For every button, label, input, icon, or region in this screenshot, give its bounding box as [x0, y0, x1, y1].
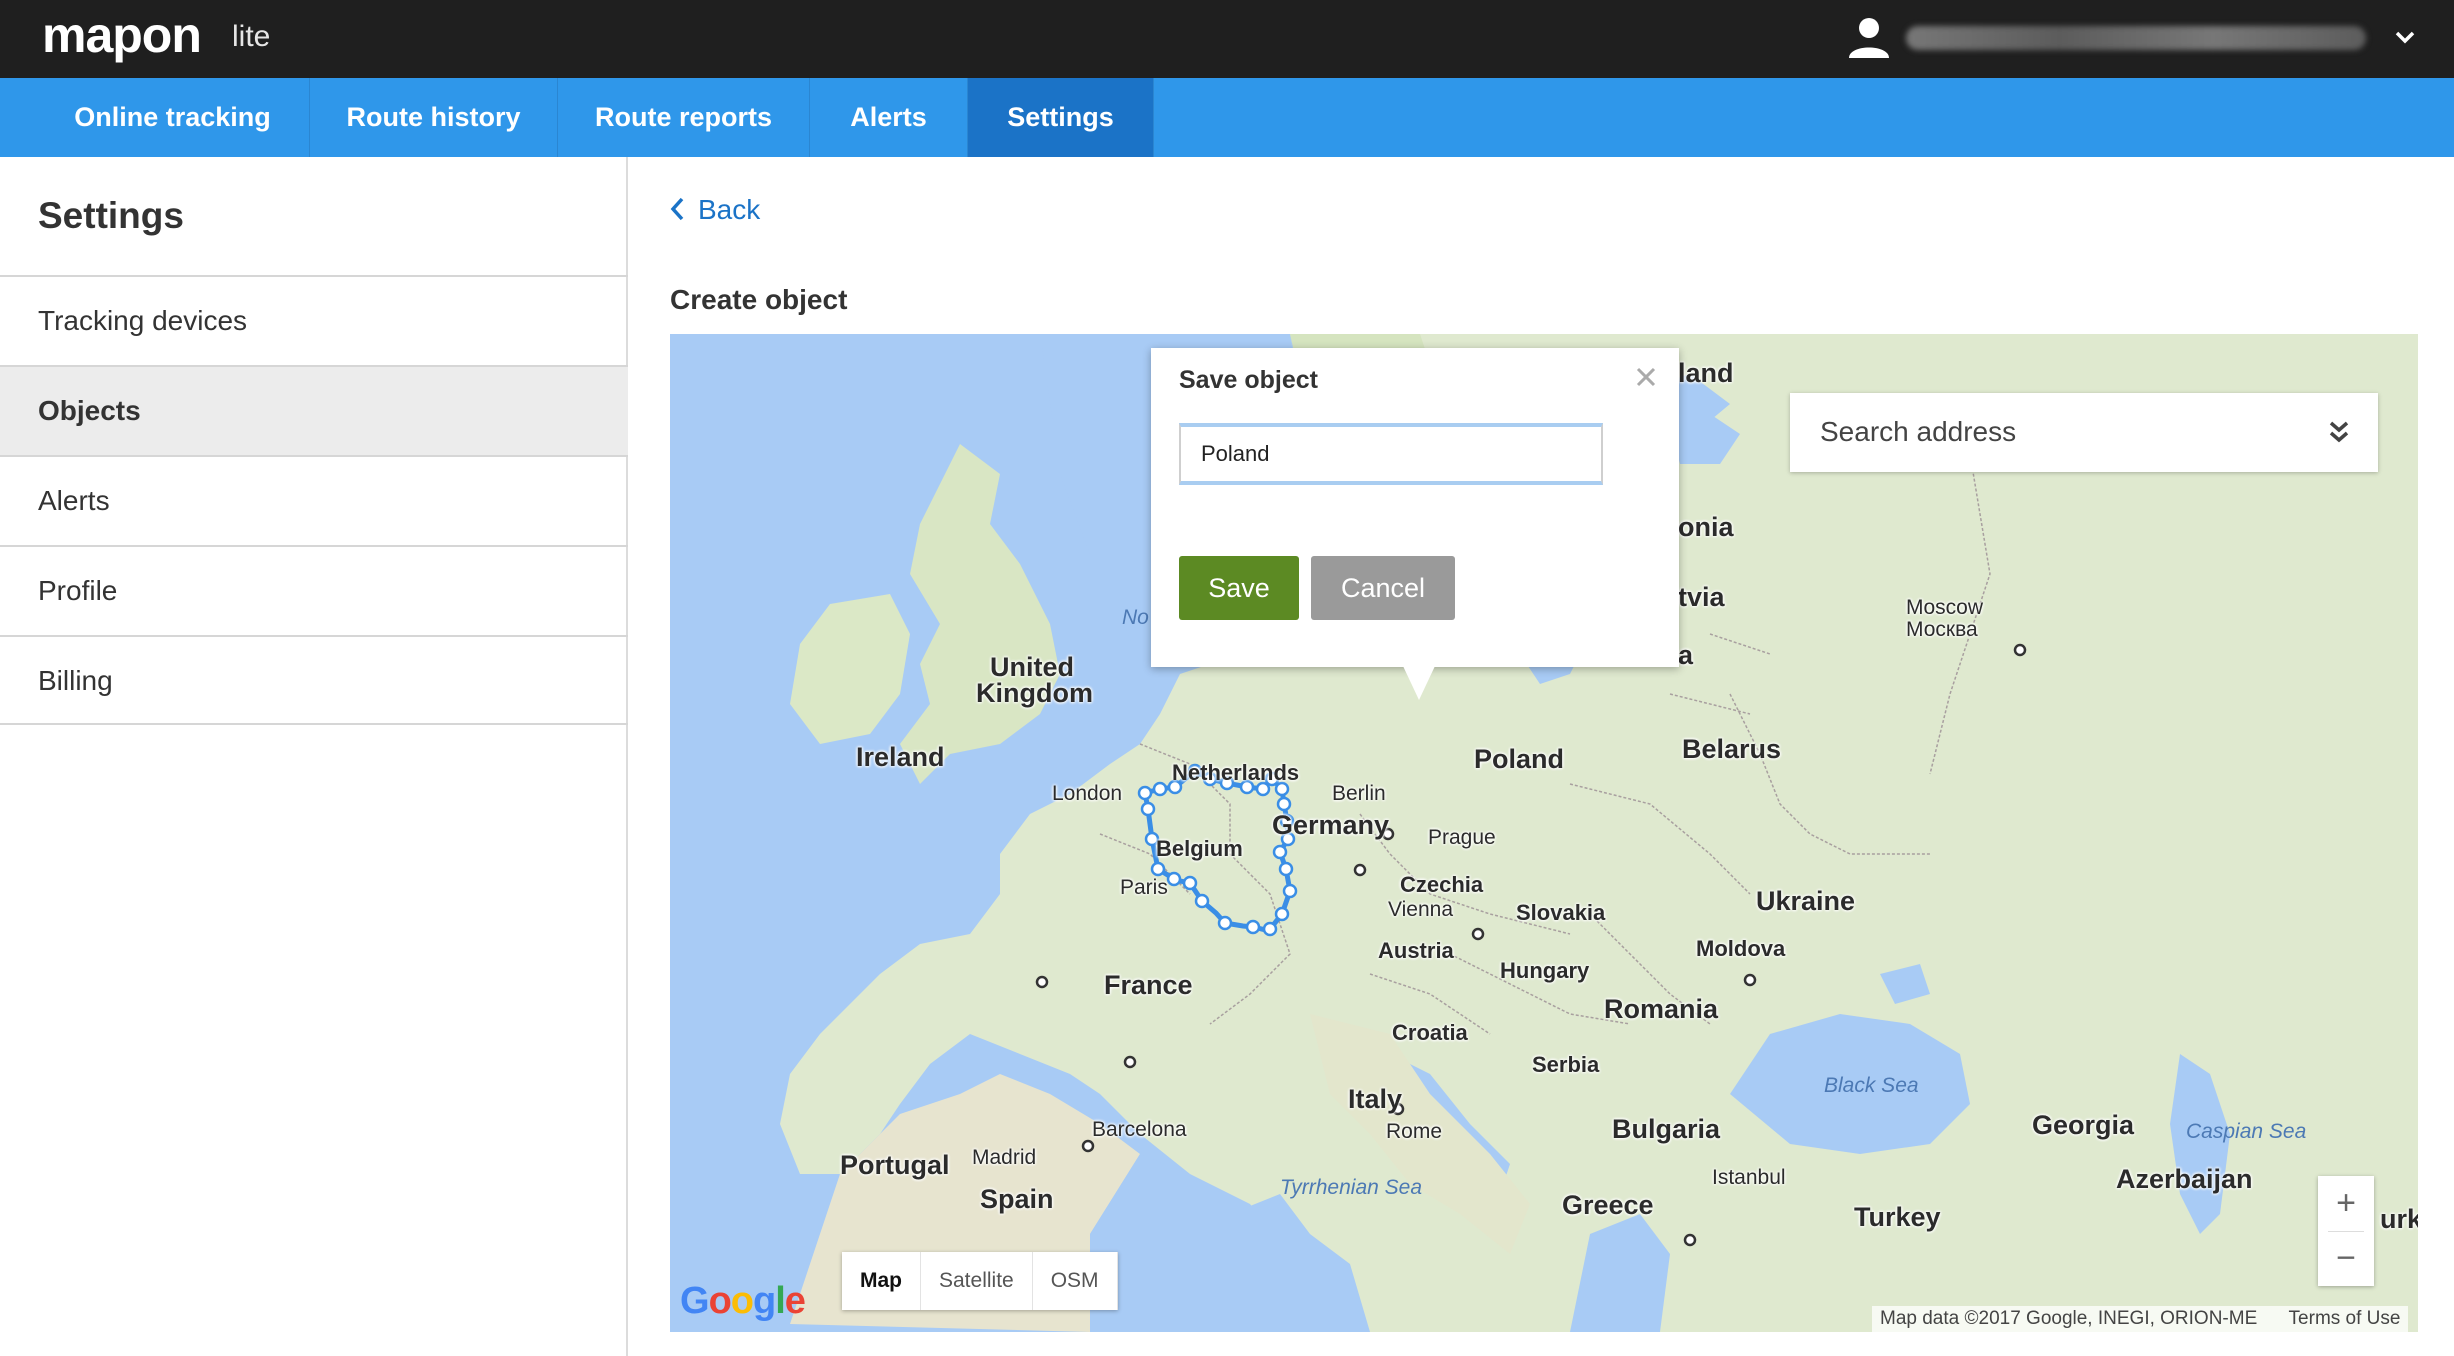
map-label-greece: Greece	[1562, 1190, 1654, 1220]
map-label-turkey: Turkey	[1854, 1202, 1941, 1232]
google-logo: Google	[680, 1280, 806, 1322]
map-type-osm[interactable]: OSM	[1033, 1252, 1118, 1310]
map-label-portugal: Portugal	[840, 1150, 950, 1180]
main-nav: Online tracking Route history Route repo…	[0, 78, 2454, 157]
map-attribution: Map data ©2017 Google, INEGI, ORION-ME T…	[1872, 1306, 2409, 1332]
back-label: Back	[698, 194, 761, 225]
map-label-tyrrhenian-sea: Tyrrhenian Sea	[1280, 1176, 1423, 1199]
map-label-romania: Romania	[1604, 994, 1719, 1024]
map-label-latvia: tvia	[1678, 582, 1725, 612]
map-label-moldova: Moldova	[1696, 936, 1786, 961]
map-type-satellite[interactable]: Satellite	[921, 1252, 1033, 1310]
map-label-belgium: Belgium	[1156, 836, 1243, 861]
tab-alerts[interactable]: Alerts	[810, 78, 968, 157]
map-label-moscow-ru: Москва	[1906, 618, 1978, 641]
map-label-vienna: Vienna	[1388, 898, 1454, 921]
page-title: Create object	[670, 284, 848, 315]
object-name-input[interactable]	[1179, 423, 1603, 485]
attribution-text: Map data ©2017 Google, INEGI, ORION-ME	[1880, 1308, 2258, 1329]
tab-route-history[interactable]: Route history	[310, 78, 558, 157]
map-label-serbia: Serbia	[1532, 1052, 1600, 1077]
map-label-czechia: Czechia	[1400, 872, 1484, 897]
zoom-out-button[interactable]: −	[2318, 1231, 2374, 1286]
double-chevron-down-icon[interactable]	[2328, 419, 2350, 445]
logo[interactable]: mapon	[42, 6, 202, 64]
map-label-north-sea: No	[1122, 606, 1149, 629]
save-button[interactable]: Save	[1179, 556, 1299, 620]
sidebar-item-objects[interactable]: Objects	[0, 365, 628, 455]
map-label-istanbul: Istanbul	[1712, 1166, 1786, 1189]
map-label-paris: Paris	[1120, 876, 1168, 899]
sidebar-item-profile[interactable]: Profile	[0, 545, 628, 635]
zoom-in-button[interactable]: +	[2318, 1176, 2374, 1231]
map-label-germany: Germany	[1272, 810, 1390, 840]
map-label-italy: Italy	[1348, 1084, 1403, 1114]
map-label-georgia: Georgia	[2032, 1110, 2135, 1140]
map-label-poland: Poland	[1474, 744, 1565, 774]
save-object-dialog: Save object Save Cancel	[1151, 348, 1679, 667]
address-search[interactable]: Search address	[1790, 393, 2378, 472]
sidebar-item-tracking-devices[interactable]: Tracking devices	[0, 275, 628, 365]
map-label-netherlands: Netherlands	[1172, 760, 1300, 785]
user-email[interactable]	[1906, 26, 2366, 50]
terms-link[interactable]: Terms of Use	[2289, 1308, 2401, 1329]
user-icon[interactable]	[1846, 14, 1892, 60]
map-label-caspian-sea: Caspian Sea	[2186, 1120, 2307, 1143]
sidebar-title: Settings	[38, 195, 184, 236]
map-label-uk-2: Kingdom	[976, 678, 1093, 708]
dialog-title: Save object	[1179, 366, 1318, 394]
sidebar-divider	[0, 723, 628, 725]
land-ireland	[790, 594, 910, 744]
map-type-switcher: Map Satellite OSM	[842, 1252, 1118, 1310]
zoom-divider	[2328, 1231, 2364, 1232]
logo-edition: lite	[232, 20, 271, 53]
settings-sidebar: Settings Tracking devices Objects Alerts…	[0, 157, 628, 1356]
sidebar-item-billing[interactable]: Billing	[0, 635, 628, 725]
map-label-austria: Austria	[1378, 938, 1454, 963]
back-link[interactable]: Back	[668, 194, 760, 226]
map-type-map[interactable]: Map	[842, 1252, 921, 1310]
map-label-prague: Prague	[1428, 826, 1496, 849]
map-label-berlin: Berlin	[1332, 782, 1386, 805]
land-britain	[900, 444, 1060, 784]
chevron-down-icon[interactable]	[2392, 24, 2418, 50]
top-bar: mapon lite	[0, 0, 2454, 78]
tab-settings[interactable]: Settings	[968, 78, 1154, 157]
map-label-lithuania: a	[1678, 640, 1694, 670]
map-label-barcelona: Barcelona	[1092, 1118, 1187, 1141]
map-label-black-sea: Black Sea	[1824, 1074, 1919, 1097]
map-label-france: France	[1104, 970, 1193, 1000]
map-label-madrid: Madrid	[972, 1146, 1037, 1169]
map-label-finland: land	[1678, 358, 1734, 388]
map-label-azerbaijan: Azerbaijan	[2116, 1164, 2253, 1194]
map-label-croatia: Croatia	[1392, 1020, 1468, 1045]
map-label-turkmenistan: urkn	[2380, 1204, 2418, 1234]
map-label-spain: Spain	[980, 1184, 1054, 1214]
chevron-left-icon	[670, 197, 684, 221]
zoom-control: + −	[2318, 1176, 2374, 1286]
map-label-rome: Rome	[1386, 1120, 1443, 1143]
map-label-estonia: onia	[1678, 512, 1734, 542]
dialog-pointer	[1403, 666, 1435, 700]
map-label-hungary: Hungary	[1500, 958, 1590, 983]
map-label-moscow: Moscow	[1906, 596, 1984, 619]
map-label-ireland: Ireland	[856, 742, 945, 772]
map-label-slovakia: Slovakia	[1516, 900, 1606, 925]
map-label-london: London	[1052, 782, 1123, 805]
tab-route-reports[interactable]: Route reports	[558, 78, 810, 157]
map-label-bulgaria: Bulgaria	[1612, 1114, 1721, 1144]
map-label-ukraine: Ukraine	[1756, 886, 1856, 916]
cancel-button[interactable]: Cancel	[1311, 556, 1455, 620]
search-placeholder: Search address	[1820, 416, 2017, 447]
map-label-belarus: Belarus	[1682, 734, 1782, 764]
sidebar-item-alerts[interactable]: Alerts	[0, 455, 628, 545]
tab-online-tracking[interactable]: Online tracking	[36, 78, 310, 157]
close-icon[interactable]	[1633, 364, 1659, 390]
